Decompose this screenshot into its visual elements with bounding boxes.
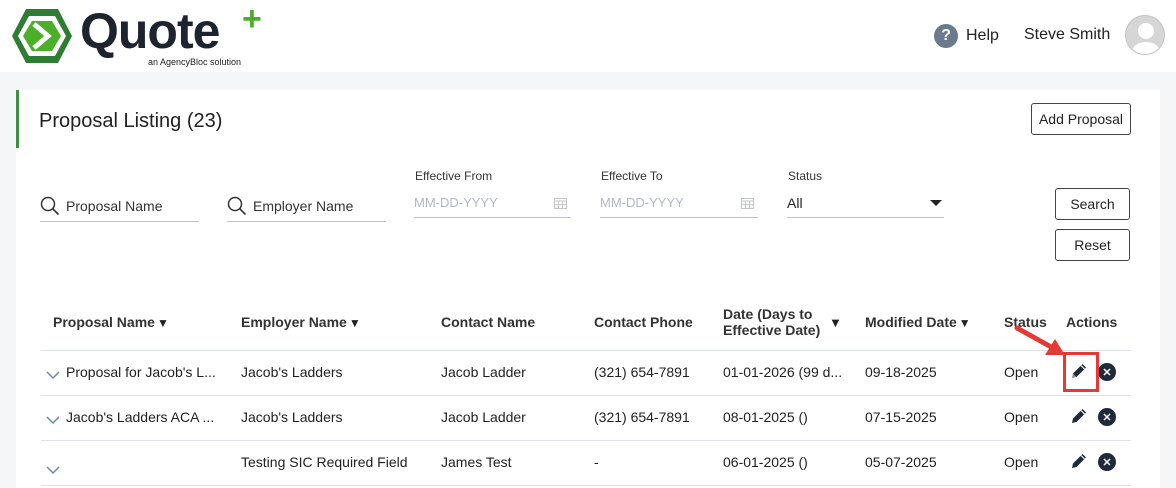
sort-arrow-icon: ▼ xyxy=(348,316,361,330)
calendar-icon xyxy=(741,197,754,209)
effective-to-date-input[interactable]: MM-DD-YYYY xyxy=(600,188,758,218)
contact-phone-cell: - xyxy=(594,454,599,470)
modified-date-cell: 09-18-2025 xyxy=(865,364,937,380)
user-name[interactable]: Steve Smith xyxy=(1024,26,1110,44)
logo-tagline: an AgencyBloc solution xyxy=(148,57,242,67)
reset-button[interactable]: Reset xyxy=(1055,229,1130,261)
help-label: Help xyxy=(966,27,999,44)
close-circle-icon[interactable]: ✕ xyxy=(1098,363,1116,381)
date-cell: 08-01-2025 () xyxy=(723,409,808,425)
add-proposal-button[interactable]: Add Proposal xyxy=(1031,103,1131,135)
user-silhouette-icon xyxy=(1132,23,1160,54)
contact-name-cell: Jacob Ladder xyxy=(441,364,526,380)
contact-phone-cell: (321) 654-7891 xyxy=(594,364,690,380)
contact-phone-cell: (321) 654-7891 xyxy=(594,409,690,425)
logo-wordmark: Quote xyxy=(80,3,220,59)
annotation-arrow-icon xyxy=(1014,325,1065,355)
search-button[interactable]: Search xyxy=(1055,188,1130,220)
modified-date-cell: 07-15-2025 xyxy=(865,409,937,425)
column-header-proposal-name[interactable]: Proposal Name ▼ xyxy=(53,314,169,330)
card-accent-bar xyxy=(16,90,19,148)
proposal-listing-card: Proposal Listing (23) Add Proposal Propo… xyxy=(16,90,1160,488)
logo-plus: + xyxy=(242,0,262,38)
status-selected-value: All xyxy=(787,194,803,211)
effective-to-label: Effective To xyxy=(601,169,663,183)
effective-from-placeholder: MM-DD-YYYY xyxy=(414,195,498,210)
contact-name-cell: Jacob Ladder xyxy=(441,409,526,425)
table-row: Testing SIC Required Field James Test - … xyxy=(41,440,1131,485)
proposal-name-placeholder: Proposal Name xyxy=(66,197,163,214)
status-cell: Open xyxy=(1004,454,1039,470)
contact-name-cell: James Test xyxy=(441,454,512,470)
calendar-icon xyxy=(554,197,567,209)
chevron-down-icon[interactable] xyxy=(46,465,60,475)
help-link[interactable]: ? Help xyxy=(934,24,999,48)
logo-hexagon-icon xyxy=(12,9,72,63)
avatar[interactable] xyxy=(1125,15,1165,55)
column-header-modified-date[interactable]: Modified Date ▼ xyxy=(865,314,971,330)
proposal-name-cell[interactable]: Proposal for Jacob's L... xyxy=(66,364,216,380)
proposal-name-search-input[interactable]: Proposal Name xyxy=(40,190,199,222)
pencil-icon[interactable] xyxy=(1069,451,1089,471)
question-circle-icon: ? xyxy=(934,24,958,48)
column-header-actions: Actions xyxy=(1066,314,1118,330)
employer-name-cell: Jacob's Ladders xyxy=(241,364,343,380)
effective-from-label: Effective From xyxy=(415,169,493,183)
date-cell: 01-01-2026 (99 d... xyxy=(723,364,843,380)
search-icon xyxy=(40,196,60,215)
status-cell: Open xyxy=(1004,409,1039,425)
caret-down-icon xyxy=(930,199,942,206)
column-header-employer-name[interactable]: Employer Name ▼ xyxy=(241,314,361,330)
effective-to-placeholder: MM-DD-YYYY xyxy=(600,195,684,210)
employer-name-search-input[interactable]: Employer Name xyxy=(227,190,386,222)
column-header-contact-name: Contact Name xyxy=(441,314,536,330)
employer-name-cell: Testing SIC Required Field xyxy=(241,454,408,470)
table-row: Jacob's Ladders ACA ... Jacob's Ladders … xyxy=(41,395,1131,440)
employer-name-cell: Jacob's Ladders xyxy=(241,409,343,425)
chevron-down-icon[interactable] xyxy=(46,370,60,380)
status-cell: Open xyxy=(1004,364,1039,380)
column-header-contact-phone: Contact Phone xyxy=(594,314,693,330)
search-icon xyxy=(227,196,247,215)
table-divider xyxy=(41,485,1131,486)
close-circle-icon[interactable]: ✕ xyxy=(1098,408,1116,426)
sort-arrow-icon: ▼ xyxy=(156,316,169,330)
close-circle-icon[interactable]: ✕ xyxy=(1098,453,1116,471)
modified-date-cell: 05-07-2025 xyxy=(865,454,937,470)
employer-name-placeholder: Employer Name xyxy=(253,197,354,214)
sort-arrow-icon: ▼ xyxy=(958,316,971,330)
proposal-name-cell[interactable]: Jacob's Ladders ACA ... xyxy=(66,409,216,425)
page-title: Proposal Listing (23) xyxy=(39,110,223,132)
status-label: Status xyxy=(788,169,823,183)
sort-arrow-icon[interactable]: ▼ xyxy=(829,315,842,330)
table-row: Proposal for Jacob's L... Jacob's Ladder… xyxy=(41,350,1131,395)
status-select[interactable]: All xyxy=(787,188,944,218)
date-cell: 06-01-2025 () xyxy=(723,454,808,470)
app-header: Quote + an AgencyBloc solution ? Help St… xyxy=(0,0,1176,72)
chevron-down-icon[interactable] xyxy=(46,415,60,425)
quote-plus-logo[interactable]: Quote + an AgencyBloc solution xyxy=(10,0,280,68)
pencil-icon[interactable] xyxy=(1069,406,1089,426)
column-header-date[interactable]: Date (Days to Effective Date) xyxy=(723,306,820,338)
effective-from-date-input[interactable]: MM-DD-YYYY xyxy=(414,188,571,218)
